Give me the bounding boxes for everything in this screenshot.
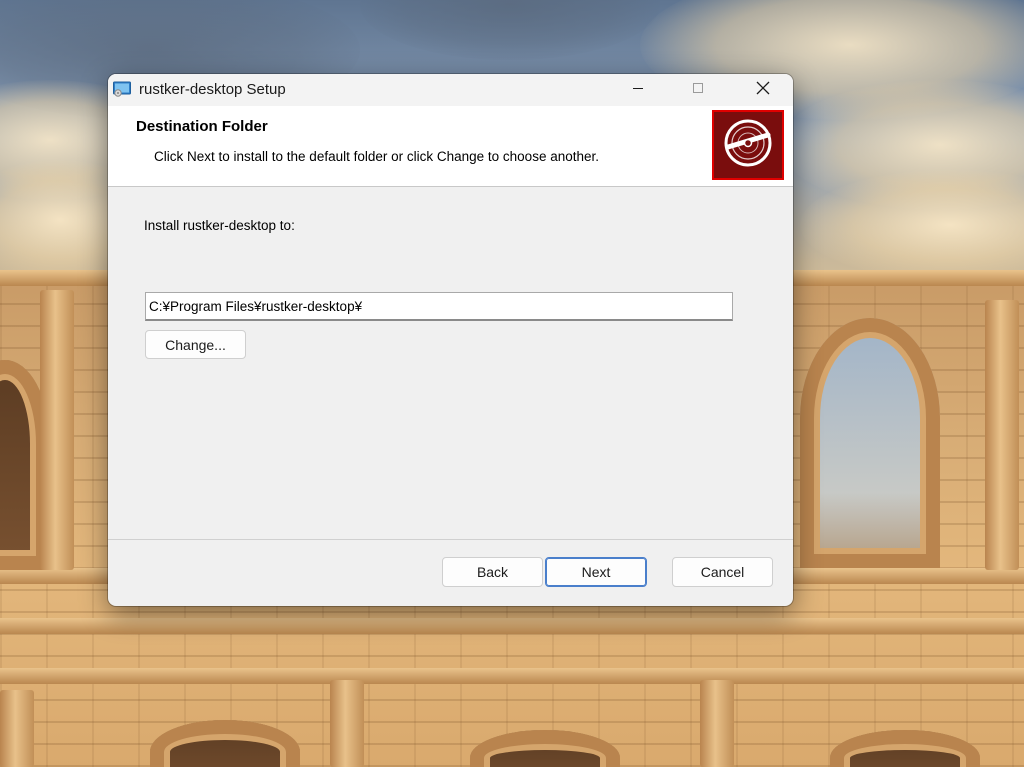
back-button[interactable]: Back [442,557,543,587]
close-icon [756,81,770,100]
wallpaper-pillar [0,690,34,767]
setup-window: rustker-desktop Setup Destination Folder… [108,74,793,606]
footer-divider [108,539,793,540]
page-description: Click Next to install to the default fol… [154,149,599,164]
page-header: Destination Folder Click Next to install… [108,106,793,187]
next-button[interactable]: Next [545,557,647,587]
change-button[interactable]: Change... [145,330,246,359]
installer-logo [714,112,782,178]
wallpaper-ledge [0,668,1024,684]
window-title: rustker-desktop Setup [139,81,286,98]
maximize-button[interactable] [668,74,728,106]
close-button[interactable] [733,74,793,106]
wallpaper-ledge [0,618,1024,634]
title-bar[interactable]: rustker-desktop Setup [108,74,793,106]
minimize-button[interactable] [608,74,668,106]
desktop: rustker-desktop Setup Destination Folder… [0,0,1024,767]
wallpaper-pillar [700,680,734,767]
minimize-icon [632,81,644,99]
page-title: Destination Folder [136,118,268,135]
maximize-icon [692,81,704,99]
install-path-input[interactable] [145,292,733,321]
install-location-label: Install rustker-desktop to: [144,218,295,233]
wallpaper-pillar [40,290,74,570]
wallpaper-pillar [330,680,364,767]
cancel-button[interactable]: Cancel [672,557,773,587]
wallpaper-pillar [985,300,1019,570]
installer-app-icon [113,81,131,97]
disc-icon [722,117,774,174]
wallpaper-arch [800,318,940,568]
